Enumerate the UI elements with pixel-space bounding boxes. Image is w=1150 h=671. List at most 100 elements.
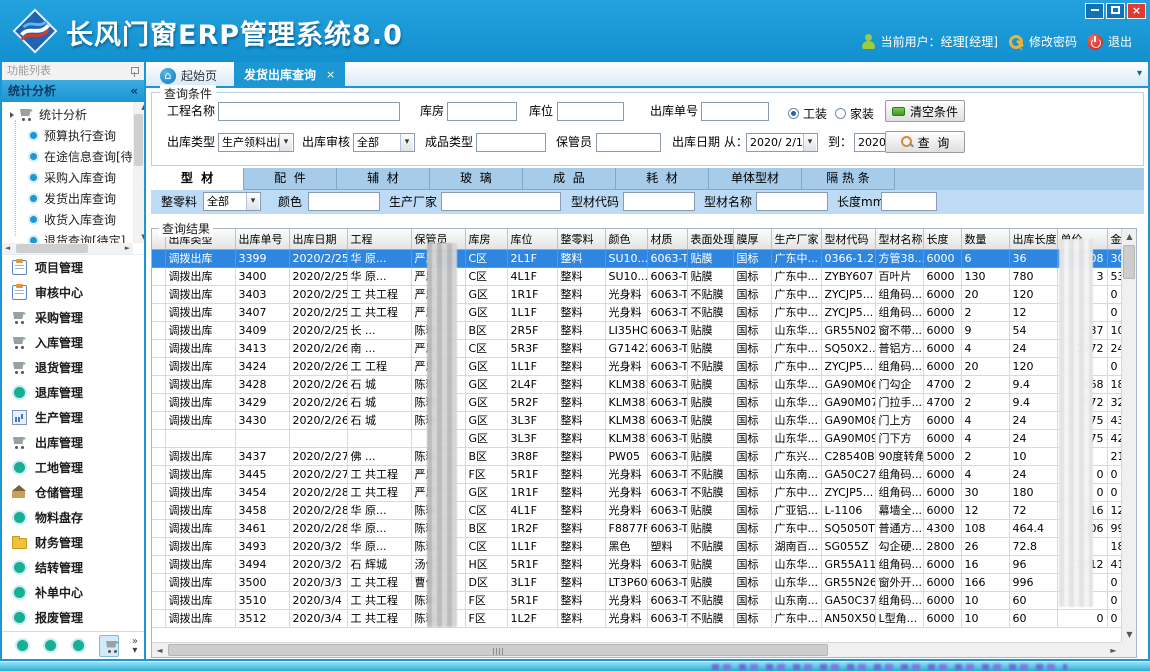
scroll-thumb[interactable] [16,244,88,253]
tab-shipping-query[interactable]: 发货出库查询 × [234,62,345,86]
menu-item[interactable]: 审核中心 [2,280,144,305]
menu-item[interactable]: 项目管理 [2,255,144,280]
menu-item[interactable]: 工地管理 [2,455,144,480]
scroll-thumb[interactable] [1123,245,1135,279]
material-tab[interactable]: 型 材 [151,168,244,190]
menu-item[interactable]: 结转管理 [2,555,144,580]
out-type-select[interactable]: 生产领料出库 [218,133,294,152]
tab-close-icon[interactable]: × [326,68,335,81]
expander-icon[interactable] [10,112,14,118]
table-row[interactable]: 调拨出库34032020/2/25工 共工程严思G区1R1F整料光身料6063-… [152,285,1121,303]
factory-input[interactable] [441,192,561,211]
column-header[interactable]: 型材名称 [875,229,923,249]
table-row[interactable]: 调拨出库34092020/2/25长 ...陈琳B区2R5F整料LI35HO60… [152,321,1121,339]
column-header[interactable]: 长度 [923,229,961,249]
column-header[interactable]: 型材代码 [821,229,875,249]
menu-item[interactable]: 采购管理 [2,305,144,330]
table-row[interactable]: 调拨出库34242020/2/26工 工程严思G区1L1F整料光身料6063-T… [152,357,1121,375]
scroll-down-icon[interactable]: ▼ [1122,627,1137,642]
product-type-input[interactable] [476,133,546,152]
close-button[interactable]: × [1127,3,1146,19]
menu-item[interactable]: 仓储管理 [2,480,144,505]
column-header[interactable]: 材质 [647,229,687,249]
table-row[interactable]: 调拨出库34132020/2/26南 ...严思C区5R3F整料G7142260… [152,339,1121,357]
column-header[interactable]: 库位 [507,229,557,249]
column-header[interactable]: 出库单号 [235,229,289,249]
material-tab[interactable]: 耗 材 [616,168,709,190]
grid-horizontal-scrollbar[interactable]: ◄ ► [152,642,1121,657]
clear-conditions-button[interactable]: 清空条件 [885,100,965,122]
color-input[interactable] [308,192,380,211]
column-header[interactable]: 金 [1107,229,1121,249]
column-header[interactable]: 表面处理 [687,229,733,249]
search-button[interactable]: 查 询 [885,131,965,153]
menu-item[interactable]: 退库管理 [2,380,144,405]
material-tab[interactable]: 隔 热 条 [802,168,895,190]
change-password-button[interactable]: 修改密码 [1008,33,1077,50]
column-header[interactable]: 数量 [961,229,1009,249]
table-row[interactable]: 调拨出库34942020/3/2石 辉城汤伟H区5R1F整料光身料6063-T5… [152,555,1121,573]
table-row[interactable]: 调拨出库33992020/2/25华 原...严思C区2L1F整料SU10...… [152,249,1121,267]
menu-item[interactable]: 退货管理 [2,355,144,380]
tree-item[interactable]: 收货入库查询 [2,209,133,230]
tree-item[interactable]: 预算执行查询 [2,125,133,146]
menu-item[interactable]: 报废管理 [2,605,144,630]
column-header[interactable]: 出库长度 [1009,229,1057,249]
logout-button[interactable]: 退出 [1087,33,1132,50]
material-tab[interactable]: 配 件 [244,168,337,190]
table-row[interactable]: 调拨出库34282020/2/26石 城陈琳G区2L4F整料KLM3817606… [152,375,1121,393]
material-tab[interactable]: 单体型材 [709,168,802,190]
column-header[interactable]: 生产厂家 [771,229,821,249]
stats-group-header[interactable]: 统计分析 « [2,80,144,102]
maximize-button[interactable] [1106,3,1125,19]
column-header[interactable]: 膜厚 [733,229,771,249]
table-row[interactable]: 调拨出库35002020/3/3工 共工程曹佳D区3L1F整料LT3P60606… [152,573,1121,591]
material-tab[interactable]: 玻 璃 [430,168,523,190]
scroll-left-icon[interactable]: ◄ [2,243,13,254]
scroll-thumb[interactable] [134,114,143,166]
table-row[interactable]: 调拨出库34612020/2/28华 原...陈琳B区1R2F整料F8877FT… [152,519,1121,537]
dot-icon[interactable] [71,638,86,653]
column-header[interactable]: 工程 [347,229,411,249]
tree-item[interactable]: 发货出库查询 [2,188,133,209]
table-row[interactable]: 调拨出库34292020/2/26石 城陈琳G区5R2F整料KLM3817606… [152,393,1121,411]
overflow-cart-button[interactable] [99,635,119,657]
scroll-left-icon[interactable]: ◄ [152,643,167,658]
tree-item[interactable]: 在途信息查询[待 [2,146,133,167]
radio-gongzhuang[interactable]: 工装 [788,105,827,122]
table-row[interactable]: 调拨出库35102020/3/4工 共工程陈琳F区5R1F整料光身料6063-T… [152,591,1121,609]
menu-item[interactable]: 物料盘存 [2,505,144,530]
menu-item[interactable]: 出库管理 [2,430,144,455]
tree-item[interactable]: 退货查询[待定] [2,230,133,243]
material-tab[interactable]: 辅 材 [337,168,430,190]
tree-item[interactable]: 采购入库查询 [2,167,133,188]
length-input[interactable] [881,192,937,211]
table-row[interactable]: 调拨出库34302020/2/26石 城陈琳G区3L3F整料KLM3817606… [152,411,1121,429]
audit-select[interactable]: 全部 [353,133,415,152]
menu-item[interactable]: 补单中心 [2,580,144,605]
table-row[interactable]: 调拨出库34372020/2/27佛 ...陈琳B区3R8F整料PW056063… [152,447,1121,465]
minimize-button[interactable] [1085,3,1104,19]
collapse-icon[interactable]: « [130,80,138,102]
tab-home[interactable]: ⌂ 起始页 [152,65,225,86]
menu-item[interactable]: 财务管理 [2,530,144,555]
tree-vertical-scrollbar[interactable]: ▲ ▼ [133,102,144,243]
project-name-input[interactable] [218,102,400,121]
scroll-up-icon[interactable]: ▲ [139,102,145,113]
tree-root[interactable]: 统计分析 [2,104,133,125]
whole-part-select[interactable]: 全部 [203,192,261,211]
grid-vertical-scrollbar[interactable]: ▲ ▼ [1121,229,1136,642]
scroll-up-icon[interactable]: ▲ [1122,229,1137,244]
column-header[interactable]: 库房 [465,229,507,249]
table-row[interactable]: 调拨出库35122020/3/4工 共工程陈琳F区1L2F整料光身料6063-T… [152,609,1121,627]
profile-code-input[interactable] [623,192,695,211]
overflow-more-button[interactable]: »▾ [132,637,138,655]
scroll-thumb[interactable] [168,644,828,656]
table-row[interactable]: 调拨出库34932020/3/2华 原...陈琳C区1L1F整料黑色塑料不贴膜国… [152,537,1121,555]
table-row[interactable]: 调拨出库34072020/2/25工 共工程严思G区1L1F整料光身料6063-… [152,303,1121,321]
location-input[interactable] [557,102,624,121]
date-from-picker[interactable]: 2020/ 2/16 [746,133,818,152]
keeper-input[interactable] [596,133,661,152]
menu-item[interactable]: 生产管理 [2,405,144,430]
profile-name-input[interactable] [756,192,828,211]
